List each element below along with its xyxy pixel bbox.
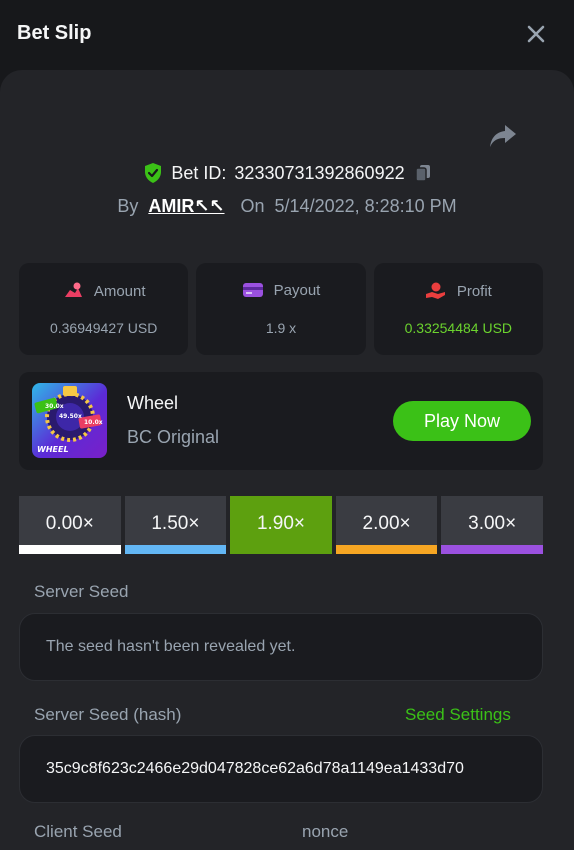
game-thumbnail[interactable]: 30.0x 49.50x 10.0x WHEEL bbox=[32, 383, 107, 458]
copy-icon[interactable] bbox=[413, 163, 433, 183]
server-seed-field[interactable]: The seed hasn't been revealed yet. bbox=[19, 613, 543, 681]
server-seed-label: Server Seed bbox=[34, 582, 129, 601]
bet-id-value: 32330731392860922 bbox=[234, 162, 405, 183]
by-label: By bbox=[117, 195, 139, 216]
game-subtitle: BC Original bbox=[127, 427, 220, 447]
payout-label: Payout bbox=[273, 281, 321, 299]
multiplier-color-bar bbox=[335, 545, 438, 554]
payout-value: 1.9 x bbox=[265, 320, 297, 336]
seed-settings-link[interactable]: Seed Settings bbox=[405, 705, 511, 725]
wheel-game-image: 30.0x 49.50x 10.0x WHEEL bbox=[32, 383, 107, 458]
nonce-label: nonce bbox=[302, 822, 349, 841]
multiplier-1[interactable]: 1.50× bbox=[124, 496, 227, 554]
multiplier-2-selected[interactable]: 1.90× bbox=[230, 496, 332, 554]
username-link[interactable]: AMIR↖↖ bbox=[148, 196, 224, 217]
payout-card: Payout 1.9 x bbox=[196, 263, 366, 355]
amount-card: Amount 0.36949427 USD bbox=[19, 263, 189, 355]
client-seed-label: Client Seed bbox=[34, 822, 122, 841]
profit-label: Profit bbox=[456, 282, 492, 300]
multiplier-color-bar bbox=[441, 545, 543, 554]
multiplier-color-bar bbox=[19, 545, 121, 554]
game-name: Wheel bbox=[127, 393, 179, 413]
bet-id-label: Bet ID: bbox=[171, 162, 227, 183]
profit-value: 0.33254484 USD bbox=[404, 320, 513, 336]
server-seed-hash-value: 35c9c8f623c2466e29d047828ce62a6d78a1149e… bbox=[46, 760, 464, 777]
amount-value: 0.36949427 USD bbox=[49, 320, 158, 336]
server-seed-value: The seed hasn't been revealed yet. bbox=[46, 638, 296, 655]
play-now-button[interactable]: Play Now bbox=[393, 401, 531, 441]
multiplier-label: 3.00× bbox=[468, 513, 517, 534]
bet-date: 5/14/2022, 8:28:10 PM bbox=[274, 195, 457, 216]
bet-id-row: Bet ID: 32330731392860922 bbox=[0, 160, 574, 186]
server-seed-hash-field[interactable]: 35c9c8f623c2466e29d047828ce62a6d78a1149e… bbox=[19, 735, 543, 803]
page-title: Bet Slip bbox=[17, 22, 92, 44]
game-card: 30.0x 49.50x 10.0x WHEEL Wheel BC Origin… bbox=[19, 372, 543, 470]
profit-card: Profit 0.33254484 USD bbox=[373, 263, 543, 355]
multiplier-3[interactable]: 2.00× bbox=[335, 496, 438, 554]
amount-label: Amount bbox=[93, 282, 146, 300]
bet-stats: Amount 0.36949427 USD Payout 1.9 x Profi… bbox=[19, 263, 543, 355]
on-label: On bbox=[240, 195, 265, 216]
multiplier-color-bar bbox=[230, 545, 332, 554]
multiplier-label: 2.00× bbox=[362, 513, 411, 534]
multiplier-label: 0.00× bbox=[45, 513, 94, 534]
multiplier-label: 1.50× bbox=[151, 513, 200, 534]
server-seed-hash-label: Server Seed (hash) bbox=[34, 705, 182, 724]
thumb-value-2: 49.50x bbox=[59, 413, 82, 420]
multiplier-label: 1.90× bbox=[256, 513, 306, 534]
thumb-text: WHEEL bbox=[37, 445, 69, 454]
profit-icon bbox=[425, 282, 445, 299]
amount-icon bbox=[64, 282, 82, 297]
multiplier-color-bar bbox=[124, 545, 227, 554]
close-icon[interactable] bbox=[522, 20, 550, 48]
thumb-value-1: 30.0x bbox=[45, 403, 64, 410]
thumb-value-3: 10.0x bbox=[84, 419, 103, 426]
multiplier-0[interactable]: 0.00× bbox=[19, 496, 121, 554]
multiplier-4[interactable]: 3.00× bbox=[441, 496, 543, 554]
bet-author-row: By AMIR↖↖ On 5/14/2022, 8:28:10 PM bbox=[0, 194, 574, 218]
share-icon[interactable] bbox=[488, 122, 518, 150]
bet-slip-header: Bet Slip bbox=[0, 0, 574, 70]
shield-check-icon bbox=[145, 163, 162, 183]
multiplier-strip: 0.00× 1.50× 1.90× 2.00× 3.00× bbox=[19, 496, 543, 554]
payout-icon bbox=[242, 283, 263, 297]
